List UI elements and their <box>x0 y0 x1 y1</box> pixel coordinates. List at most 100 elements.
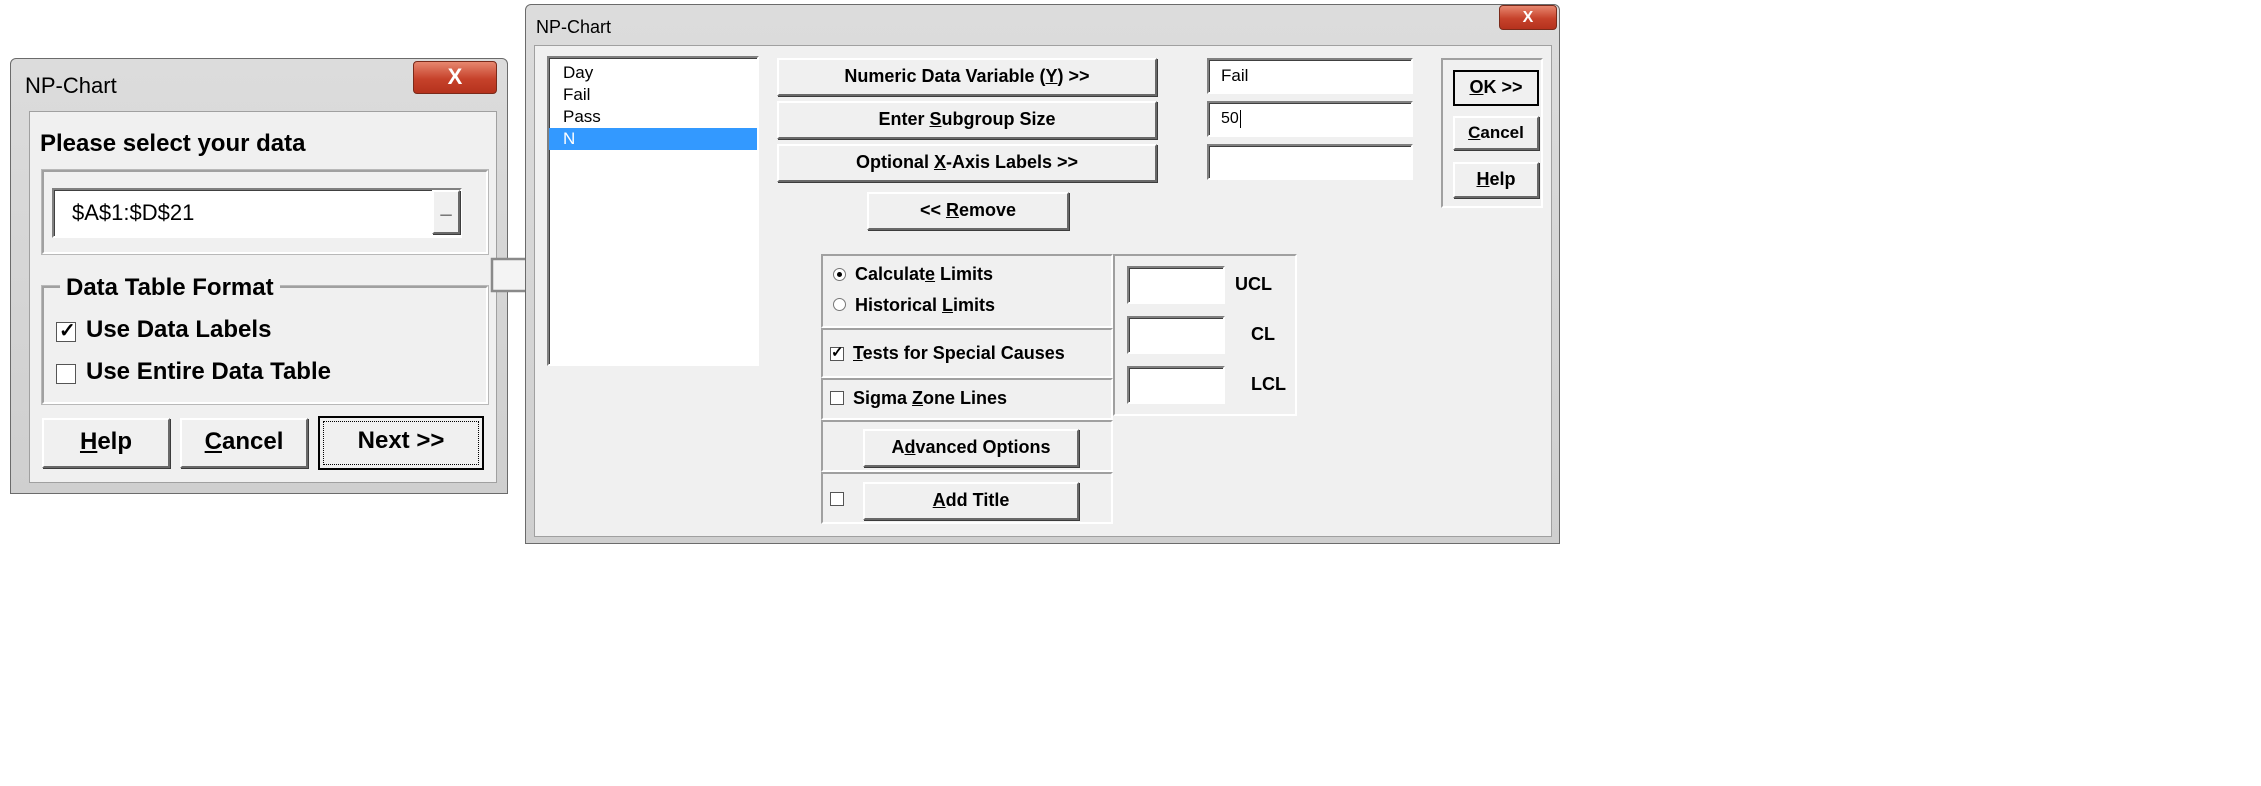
prompt-label: Please select your data <box>40 130 306 157</box>
use-entire-table-checkbox[interactable] <box>56 364 76 384</box>
close-icon: X <box>1522 9 1534 26</box>
numeric-data-field[interactable]: Fail <box>1207 58 1413 94</box>
calculate-limits-radio[interactable] <box>833 268 846 281</box>
ucl-input[interactable] <box>1127 266 1225 304</box>
sigma-label-post: one Lines <box>923 388 1008 408</box>
numeric-data-value: Fail <box>1221 66 1249 85</box>
close-icon: X <box>447 64 463 89</box>
adv-label-post: vanced Options <box>915 437 1051 457</box>
right-dialog-body: Day Fail Pass N Numeric Data Variable (Y… <box>534 45 1552 537</box>
left-help-button[interactable]: Help <box>42 418 170 468</box>
right-close-button[interactable]: X <box>1499 5 1557 30</box>
xaxis-labels-field[interactable] <box>1207 144 1413 180</box>
range-select-button[interactable]: _ <box>432 190 460 234</box>
subgroup-size-field[interactable]: 50 <box>1207 101 1413 137</box>
right-cancel-button[interactable]: Cancel <box>1453 116 1539 150</box>
cancel-label-key: C <box>204 428 222 455</box>
subgroup-label-pre: Enter <box>878 109 930 129</box>
next-button[interactable]: Next >> <box>318 416 484 470</box>
sigma-label-pre: Sigma <box>853 388 913 408</box>
right-help-label-key: H <box>1476 169 1490 189</box>
next-focus-rect <box>323 421 479 465</box>
help-label-post: elp <box>97 428 133 455</box>
subgroup-label-key: S <box>929 109 942 129</box>
checkmark-icon: ✓ <box>831 344 844 361</box>
use-data-labels-checkbox[interactable]: ✓ <box>56 320 76 342</box>
ok-button[interactable]: OK >> <box>1453 70 1539 106</box>
checkmark-icon: ✓ <box>59 320 76 342</box>
adv-label-pre: A <box>891 437 905 457</box>
xaxis-labels-button[interactable]: Optional X-Axis Labels >> <box>777 144 1157 182</box>
right-help-label-post: elp <box>1489 169 1516 189</box>
variable-item-n[interactable]: N <box>549 128 757 150</box>
left-cancel-button[interactable]: Cancel <box>180 418 308 468</box>
cancel-label-post: ancel <box>221 428 284 455</box>
numeric-label-key: Y <box>1045 66 1058 86</box>
use-data-labels-label[interactable]: Use Data Labels <box>86 316 271 344</box>
right-cancel-label-key: C <box>1468 123 1481 142</box>
cl-label: CL <box>1251 324 1275 344</box>
calc-label-pre: Calculat <box>855 264 926 284</box>
left-close-button[interactable]: X <box>413 61 497 94</box>
lcl-label: LCL <box>1251 374 1286 394</box>
range-select-icon: _ <box>440 196 452 218</box>
remove-button[interactable]: << Remove <box>867 192 1069 230</box>
sigma-label-key: Z <box>912 388 924 408</box>
numeric-data-variable-button[interactable]: Numeric Data Variable (Y) >> <box>777 58 1157 96</box>
variable-n-label: N <box>563 129 576 148</box>
left-dialog-body: Please select your data $A$1:$D$21 _ Dat… <box>29 111 497 483</box>
hist-label-pre: Historical <box>855 295 943 315</box>
format-group-label: Data Table Format <box>60 274 280 302</box>
variable-item-day[interactable]: Day <box>549 62 757 84</box>
tests-special-causes-checkbox[interactable]: ✓ <box>830 344 844 361</box>
numeric-label-post: ) >> <box>1057 66 1090 86</box>
ucl-label: UCL <box>1235 274 1272 294</box>
hist-label-key: L <box>942 295 954 315</box>
sigma-zone-lines-label[interactable]: Sigma Zone Lines <box>853 388 1007 409</box>
variable-listbox[interactable]: Day Fail Pass N <box>547 56 759 366</box>
lcl-input[interactable] <box>1127 366 1225 404</box>
adv-label-key: d <box>904 437 916 457</box>
data-range-input[interactable]: $A$1:$D$21 _ <box>52 188 462 238</box>
calculate-limits-label[interactable]: Calculate Limits <box>855 264 993 285</box>
historical-limits-radio[interactable] <box>833 298 846 311</box>
format-group <box>41 285 489 405</box>
add-title-button[interactable]: Add Title <box>863 482 1079 520</box>
add-title-checkbox[interactable] <box>830 492 844 506</box>
right-dialog-window: NP-Chart X Day Fail Pass N Numeric Data … <box>525 4 1560 544</box>
right-help-button[interactable]: Help <box>1453 162 1539 198</box>
historical-limits-label[interactable]: Historical Limits <box>855 295 995 316</box>
variable-fail-label: Fail <box>563 85 591 104</box>
remove-label-key: R <box>945 200 959 220</box>
tests-label-post: ests for Special Causes <box>862 343 1065 363</box>
remove-label-pre: << <box>919 200 946 220</box>
sigma-zone-lines-checkbox[interactable] <box>830 391 844 405</box>
cl-input[interactable] <box>1127 316 1225 354</box>
subgroup-size-button[interactable]: Enter Subgroup Size <box>777 101 1157 139</box>
numeric-label-pre: Numeric Data Variable ( <box>844 66 1046 86</box>
radio-dot-icon <box>836 271 842 277</box>
data-range-value: $A$1:$D$21 <box>72 200 195 225</box>
use-entire-table-label[interactable]: Use Entire Data Table <box>86 358 331 386</box>
help-label-key: H <box>79 428 98 455</box>
xaxis-label-pre: Optional <box>855 152 934 172</box>
subgroup-size-value: 50 <box>1221 110 1241 128</box>
tests-label-key: T <box>853 343 863 363</box>
subgroup-label-post: ubgroup Size <box>941 109 1056 129</box>
calc-label-post: Limits <box>935 264 994 284</box>
title-label-key: A <box>932 490 946 510</box>
variable-day-label: Day <box>563 63 594 82</box>
variable-item-pass[interactable]: Pass <box>549 106 757 128</box>
tests-special-causes-label[interactable]: Tests for Special Causes <box>853 343 1065 364</box>
right-cancel-label-post: ancel <box>1480 123 1524 142</box>
advanced-options-button[interactable]: Advanced Options <box>863 429 1079 467</box>
calc-label-key: e <box>925 264 936 284</box>
right-dialog-title: NP-Chart <box>536 17 612 37</box>
variable-item-fail[interactable]: Fail <box>549 84 757 106</box>
ok-label-key: O <box>1469 77 1484 97</box>
ok-label-post: K >> <box>1483 77 1523 97</box>
remove-label-post: emove <box>958 200 1017 220</box>
left-dialog-title: NP-Chart <box>25 73 117 98</box>
xaxis-label-key: X <box>933 152 946 172</box>
variable-pass-label: Pass <box>563 107 601 126</box>
